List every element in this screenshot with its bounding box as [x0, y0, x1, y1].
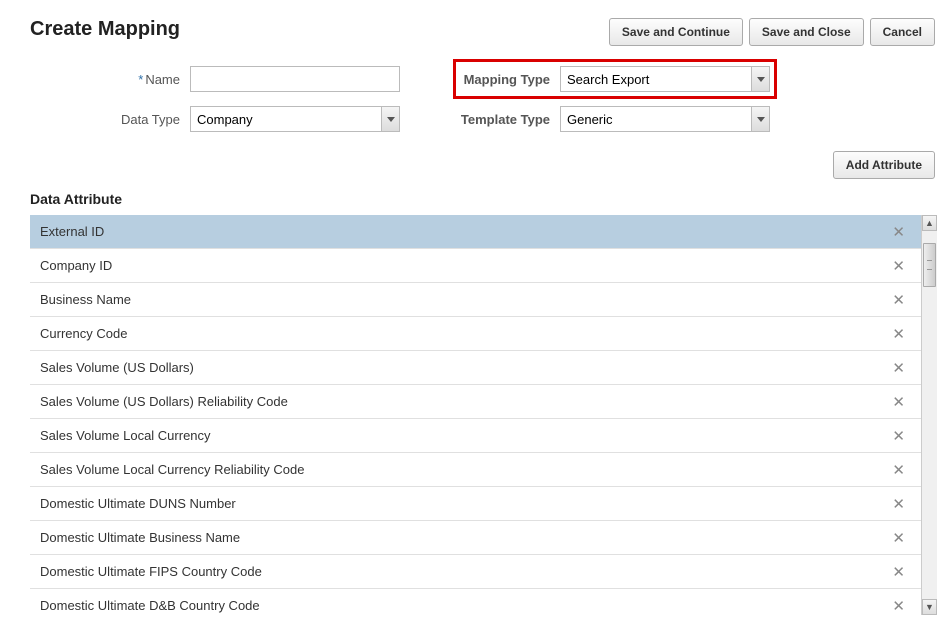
table-row[interactable]: Currency Code ✕ [30, 317, 921, 351]
close-icon[interactable]: ✕ [888, 461, 909, 479]
mapping-type-label: Mapping Type [460, 72, 550, 87]
mapping-type-select[interactable]: Search Export [560, 66, 770, 92]
template-type-select[interactable]: Generic [560, 106, 770, 132]
close-icon[interactable]: ✕ [888, 223, 909, 241]
table-row[interactable]: Company ID ✕ [30, 249, 921, 283]
close-icon[interactable]: ✕ [888, 563, 909, 581]
table-row[interactable]: Sales Volume (US Dollars) ✕ [30, 351, 921, 385]
close-icon[interactable]: ✕ [888, 427, 909, 445]
scroll-up-icon[interactable]: ▲ [922, 215, 937, 231]
attribute-list: External ID✕Company ID✕Business Name✕Cur… [30, 215, 921, 615]
add-attribute-button[interactable]: Add Attribute [833, 151, 935, 179]
attribute-label: Sales Volume Local Currency [40, 428, 211, 443]
close-icon[interactable]: ✕ [888, 359, 909, 377]
header-buttons: Save and Continue Save and Close Cancel [609, 18, 935, 46]
attribute-label: Currency Code [40, 326, 127, 341]
close-icon[interactable]: ✕ [888, 291, 909, 309]
close-icon[interactable]: ✕ [888, 495, 909, 513]
attribute-label: Business Name [40, 292, 131, 307]
close-icon[interactable]: ✕ [888, 597, 909, 615]
save-and-close-button[interactable]: Save and Close [749, 18, 864, 46]
attribute-label: Domestic Ultimate Business Name [40, 530, 240, 545]
template-type-label: Template Type [460, 112, 550, 127]
attribute-label: Sales Volume Local Currency Reliability … [40, 462, 304, 477]
attribute-label: Sales Volume (US Dollars) Reliability Co… [40, 394, 288, 409]
scrollbar-thumb[interactable] [923, 243, 936, 287]
table-row[interactable]: Sales Volume Local Currency Reliability … [30, 453, 921, 487]
name-input[interactable] [190, 66, 400, 92]
close-icon[interactable]: ✕ [888, 325, 909, 343]
scroll-down-icon[interactable]: ▼ [922, 599, 937, 615]
data-type-label: Data Type [30, 112, 180, 127]
attribute-label: Domestic Ultimate DUNS Number [40, 496, 236, 511]
attribute-label: Domestic Ultimate D&B Country Code [40, 598, 260, 613]
attribute-label: Company ID [40, 258, 112, 273]
name-label: *Name [30, 72, 180, 87]
attribute-label: External ID [40, 224, 104, 239]
close-icon[interactable]: ✕ [888, 529, 909, 547]
table-row[interactable]: Sales Volume (US Dollars) Reliability Co… [30, 385, 921, 419]
table-row[interactable]: Sales Volume Local Currency ✕ [30, 419, 921, 453]
scrollbar[interactable]: ▲ ▼ [921, 215, 937, 615]
save-and-continue-button[interactable]: Save and Continue [609, 18, 743, 46]
page-title: Create Mapping [30, 18, 180, 41]
table-row[interactable]: Domestic Ultimate Business Name ✕ [30, 521, 921, 555]
mapping-type-highlight: Mapping Type Search Export [460, 66, 770, 92]
cancel-button[interactable]: Cancel [870, 18, 935, 46]
table-row[interactable]: Domestic Ultimate FIPS Country Code ✕ [30, 555, 921, 589]
close-icon[interactable]: ✕ [888, 257, 909, 275]
section-title: Data Attribute [0, 191, 945, 215]
data-type-select[interactable]: Company [190, 106, 400, 132]
attribute-label: Sales Volume (US Dollars) [40, 360, 194, 375]
table-row[interactable]: Domestic Ultimate DUNS Number ✕ [30, 487, 921, 521]
close-icon[interactable]: ✕ [888, 393, 909, 411]
attribute-label: Domestic Ultimate FIPS Country Code [40, 564, 262, 579]
table-row[interactable]: Domestic Ultimate D&B Country Code ✕ [30, 589, 921, 615]
table-row[interactable]: External ID ✕ [30, 215, 921, 249]
table-row[interactable]: Business Name ✕ [30, 283, 921, 317]
